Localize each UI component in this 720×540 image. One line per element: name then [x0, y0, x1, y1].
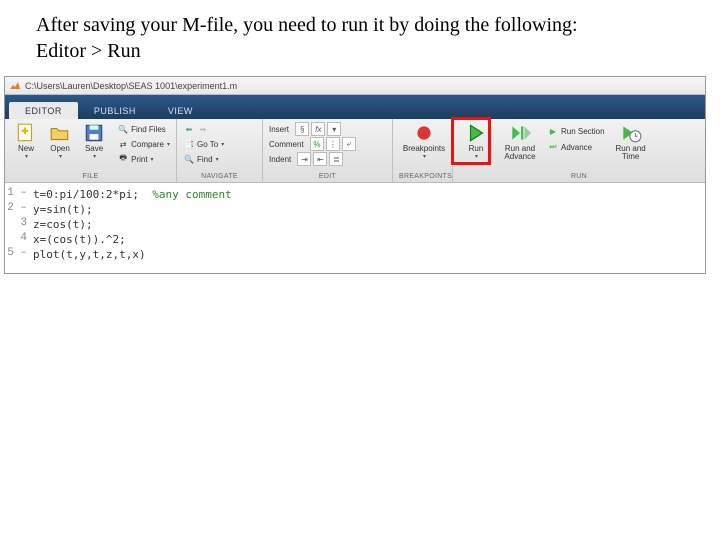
run-and-time-button[interactable]: Run and Time: [611, 122, 651, 161]
run-time-icon: [620, 122, 642, 144]
compare-button[interactable]: ⇄Compare▾: [117, 137, 170, 151]
insert-button[interactable]: Insert §fx▾: [269, 122, 386, 136]
find-button[interactable]: 🔍Find▾: [183, 152, 256, 166]
uncomment-icon[interactable]: ⋮: [326, 137, 340, 151]
file-group-label: FILE: [11, 173, 170, 182]
line-gutter: 1 – 2 – 3 4 5 –: [5, 187, 33, 269]
insert-section-icon[interactable]: §: [295, 122, 309, 136]
ribbon-toolstrip: New▾ Open▾ Save▾ 🔍Find Files ⇄Compare▾ 🖶…: [5, 119, 705, 183]
save-button[interactable]: Save▾: [79, 122, 109, 160]
indent-button[interactable]: Indent ⇥⇤≣: [269, 152, 386, 166]
code-content[interactable]: t=0:pi/100:2*pi; %any comment y=sin(t); …: [33, 187, 705, 269]
edit-group-label: EDIT: [269, 173, 386, 182]
smart-indent-icon[interactable]: ≣: [329, 152, 343, 166]
run-and-advance-button[interactable]: Run and Advance: [499, 122, 541, 161]
print-button[interactable]: 🖶Print▾: [117, 152, 170, 166]
comment-pct-icon[interactable]: %: [310, 137, 324, 151]
advance-icon: ⏭: [547, 141, 559, 153]
bp-group-label: BREAKPOINTS: [399, 173, 446, 182]
arrow-left-icon: ⬅: [183, 123, 195, 135]
find-files-icon: 🔍: [117, 123, 129, 135]
arrow-right-icon: ➡: [197, 123, 209, 135]
instruction-text: After saving your M-file, you need to ru…: [0, 0, 720, 76]
insert-more-icon[interactable]: ▾: [327, 122, 341, 136]
nav-back-fwd[interactable]: ⬅➡: [183, 122, 256, 136]
run-advance-icon: [509, 122, 531, 144]
navigate-group: ⬅➡ 📑Go To▾ 🔍Find▾ NAVIGATE: [177, 119, 263, 182]
tab-editor[interactable]: EDITOR: [9, 102, 78, 119]
ribbon-tab-bar: EDITOR PUBLISH VIEW: [5, 95, 705, 119]
goto-button[interactable]: 📑Go To▾: [183, 137, 256, 151]
search-icon: 🔍: [183, 153, 195, 165]
run-group: Run▾ Run and Advance ▶Run Section ⏭Advan…: [453, 119, 705, 182]
disk-icon: [83, 122, 105, 144]
goto-icon: 📑: [183, 138, 195, 150]
breakpoints-group: Breakpoints▾ BREAKPOINTS: [393, 119, 453, 182]
compare-icon: ⇄: [117, 138, 129, 150]
outdent-icon[interactable]: ⇤: [313, 152, 327, 166]
indent-icon[interactable]: ⇥: [297, 152, 311, 166]
find-files-button[interactable]: 🔍Find Files: [117, 122, 170, 136]
run-group-label: RUN: [459, 173, 699, 182]
folder-open-icon: [49, 122, 71, 144]
comment-button[interactable]: Comment %⋮⤶: [269, 137, 386, 151]
matlab-icon: [9, 80, 21, 92]
tab-view[interactable]: VIEW: [152, 102, 209, 119]
code-editor[interactable]: 1 – 2 – 3 4 5 – t=0:pi/100:2*pi; %any co…: [5, 183, 705, 273]
new-button[interactable]: New▾: [11, 122, 41, 160]
run-section-button[interactable]: ▶Run Section: [547, 124, 605, 138]
title-path: C:\Users\Lauren\Desktop\SEAS 1001\experi…: [25, 81, 237, 91]
edit-group: Insert §fx▾ Comment %⋮⤶ Indent ⇥⇤≣ EDIT: [263, 119, 393, 182]
open-button[interactable]: Open▾: [45, 122, 75, 160]
advance-button[interactable]: ⏭Advance: [547, 140, 605, 154]
matlab-editor-window: C:\Users\Lauren\Desktop\SEAS 1001\experi…: [4, 76, 706, 274]
breakpoints-button[interactable]: Breakpoints▾: [399, 122, 449, 160]
navigate-group-label: NAVIGATE: [183, 173, 256, 182]
breakpoint-icon: [413, 122, 435, 144]
tab-publish[interactable]: PUBLISH: [78, 102, 152, 119]
insert-fx-icon[interactable]: fx: [311, 122, 325, 136]
run-section-icon: ▶: [547, 125, 559, 137]
print-icon: 🖶: [117, 153, 129, 165]
run-highlight-marker: [451, 117, 491, 165]
wrap-comment-icon[interactable]: ⤶: [342, 137, 356, 151]
plus-icon: [15, 122, 37, 144]
file-group: New▾ Open▾ Save▾ 🔍Find Files ⇄Compare▾ 🖶…: [5, 119, 177, 182]
window-titlebar: C:\Users\Lauren\Desktop\SEAS 1001\experi…: [5, 77, 705, 95]
